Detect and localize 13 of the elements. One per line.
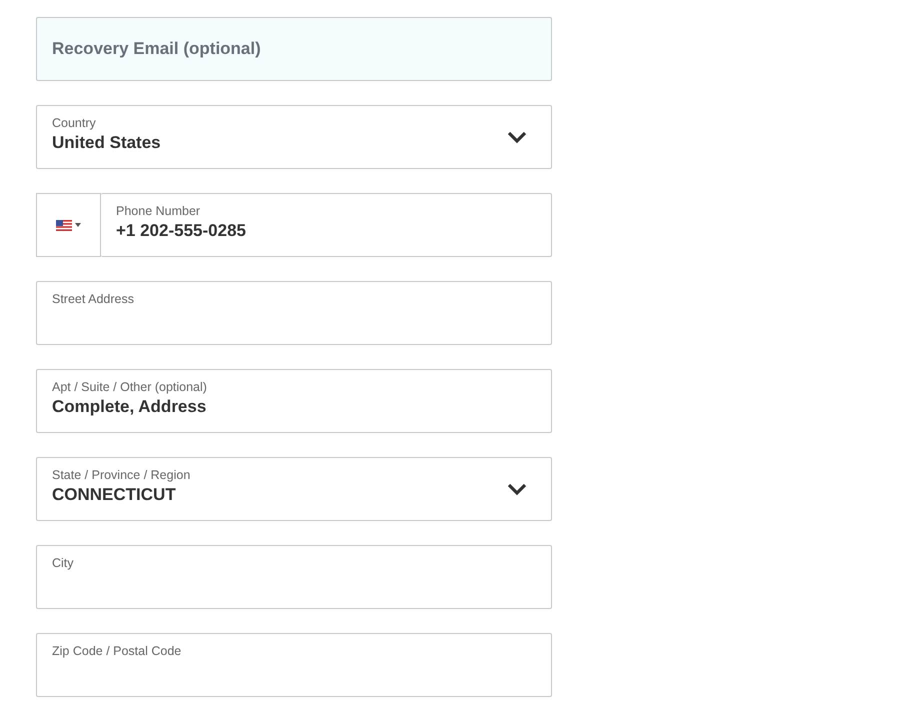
text-field[interactable]: City <box>36 545 552 609</box>
dropdown-select[interactable]: Country United States <box>36 105 552 169</box>
chevron-down-icon <box>507 482 527 496</box>
email-field[interactable]: Recovery Email (optional) <box>36 17 552 81</box>
text-field[interactable]: Apt / Suite / Other (optional) Complete, Address <box>36 369 552 433</box>
phone-field[interactable]: Phone Number +1 202-555-0285 <box>101 193 552 257</box>
country-code-button[interactable] <box>36 193 101 257</box>
text-field[interactable]: Zip Code / Postal Code <box>36 633 552 697</box>
caret-icon <box>75 223 81 227</box>
dropdown-select[interactable]: State / Province / Region CONNECTICUT <box>36 457 552 521</box>
text-field[interactable]: Street Address <box>36 281 552 345</box>
flag-icon <box>56 220 72 230</box>
chevron-down-icon <box>507 130 527 144</box>
